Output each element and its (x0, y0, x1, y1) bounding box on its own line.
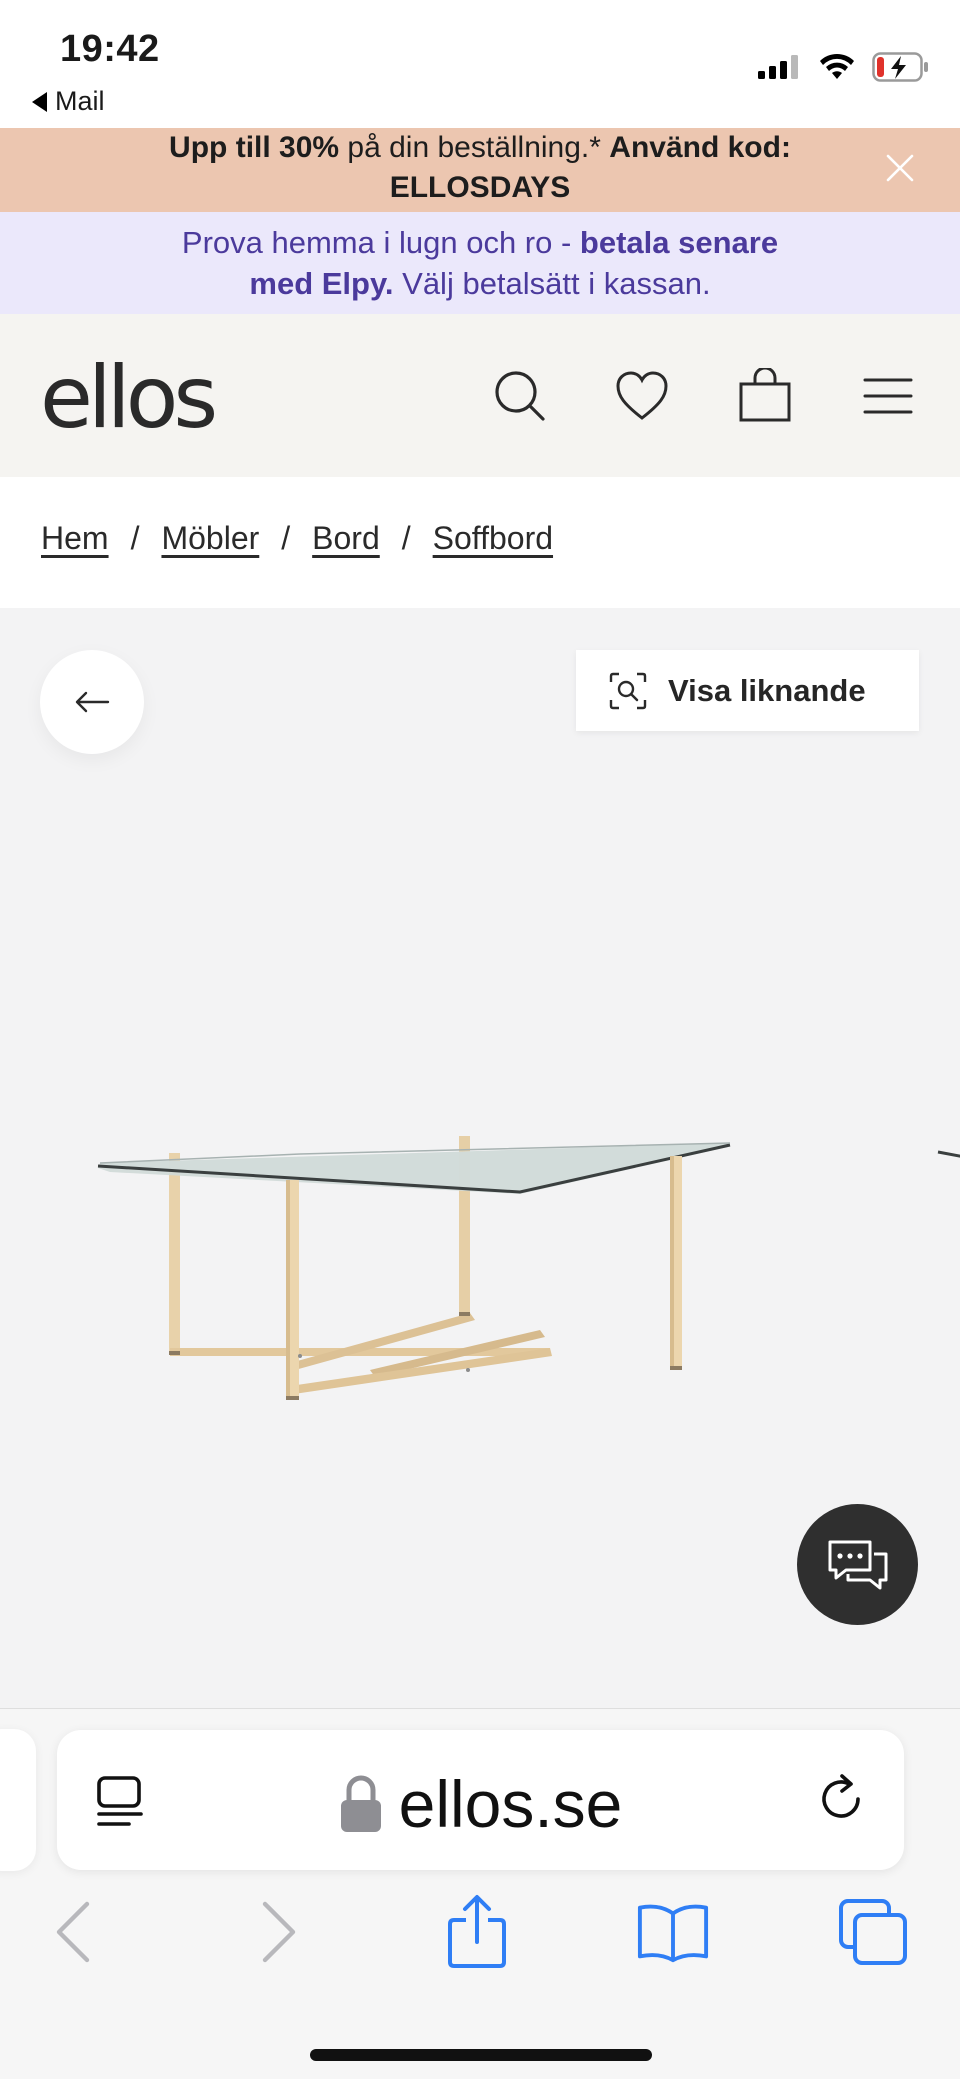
ellos-logo[interactable]: ellos (40, 348, 218, 448)
breadcrumb-separator: / (401, 520, 411, 556)
close-icon[interactable] (878, 146, 922, 190)
breadcrumb-furniture[interactable]: Möbler (161, 520, 259, 557)
book-icon (637, 1904, 709, 1963)
payment-bold-2: med Elpy. (249, 266, 394, 301)
browser-back-button[interactable] (36, 1895, 110, 1969)
url-display[interactable]: ellos.se (57, 1766, 904, 1842)
next-image-peek[interactable] (930, 1138, 960, 1168)
breadcrumb-coffee-tables[interactable]: Soffbord (433, 520, 553, 557)
cellular-signal-icon (758, 55, 798, 79)
show-similar-button[interactable]: Visa liknande (576, 650, 919, 731)
payment-text-2: Välj betalsätt i kassan. (393, 266, 711, 301)
promo-discount: Upp till 30% (169, 131, 340, 164)
chat-button[interactable] (797, 1504, 918, 1625)
breadcrumb-tables[interactable]: Bord (312, 520, 380, 557)
status-icons (758, 52, 930, 82)
favorites-button[interactable] (610, 364, 674, 428)
chevron-right-icon (262, 1901, 296, 1963)
promo-banner[interactable]: Upp till 30% på din beställning.* Använd… (0, 128, 960, 212)
heart-icon (616, 371, 668, 420)
battery-charging-icon (872, 52, 928, 82)
promo-text: Upp till 30% på din beställning.* Använd… (110, 128, 850, 208)
back-triangle-icon (32, 91, 47, 112)
bookmarks-button[interactable] (636, 1895, 710, 1969)
chat-bubbles-icon (828, 1540, 887, 1589)
arrow-left-icon (75, 691, 110, 713)
breadcrumb-home[interactable]: Hem (41, 520, 109, 557)
shopping-bag-icon (739, 368, 791, 422)
breadcrumb-separator: / (281, 520, 291, 556)
chevron-left-icon (56, 1901, 90, 1963)
home-indicator (310, 2049, 652, 2061)
payment-banner[interactable]: Prova hemma i lugn och ro - betala senar… (0, 212, 960, 314)
menu-button[interactable] (856, 364, 920, 428)
share-icon (448, 1895, 506, 1968)
browser-forward-button[interactable] (242, 1895, 316, 1969)
url-text: ellos.se (398, 1767, 623, 1841)
payment-bold-1: betala senare (579, 225, 779, 260)
payment-text-1: Prova hemma i lugn och ro - (181, 225, 580, 260)
promo-code: ELLOSDAYS (389, 171, 571, 204)
breadcrumb-separator: / (130, 520, 140, 556)
lock-icon (340, 1775, 381, 1832)
status-time: 19:42 (60, 28, 160, 70)
show-similar-label: Visa liknande (668, 672, 866, 708)
site-header: ellos (0, 314, 960, 477)
tabs-button[interactable] (836, 1895, 910, 1969)
promo-use-code: Använd kod: (609, 131, 791, 164)
cart-button[interactable] (733, 364, 797, 428)
back-to-mail-link[interactable]: Mail (32, 86, 105, 117)
browser-toolbar: ellos.se (0, 1708, 960, 2079)
reload-icon[interactable] (812, 1770, 870, 1828)
visual-search-icon (609, 672, 647, 709)
tabs-icon (839, 1899, 907, 1965)
product-gallery[interactable]: Visa liknande (0, 608, 960, 1708)
wifi-icon (820, 53, 854, 79)
status-bar: 19:42 Mail (0, 0, 960, 128)
promo-text-part: på din beställning.* (339, 131, 610, 164)
previous-tab-peek[interactable] (0, 1729, 36, 1871)
breadcrumb: Hem / Möbler / Bord / Soffbord (41, 520, 553, 557)
share-button[interactable] (440, 1895, 514, 1969)
address-bar[interactable]: ellos.se (57, 1730, 904, 1870)
back-app-label: Mail (55, 86, 105, 116)
product-image[interactable] (90, 1108, 750, 1488)
hamburger-menu-icon (863, 378, 913, 414)
back-button[interactable] (40, 650, 144, 754)
search-icon (495, 371, 545, 421)
search-button[interactable] (488, 364, 552, 428)
